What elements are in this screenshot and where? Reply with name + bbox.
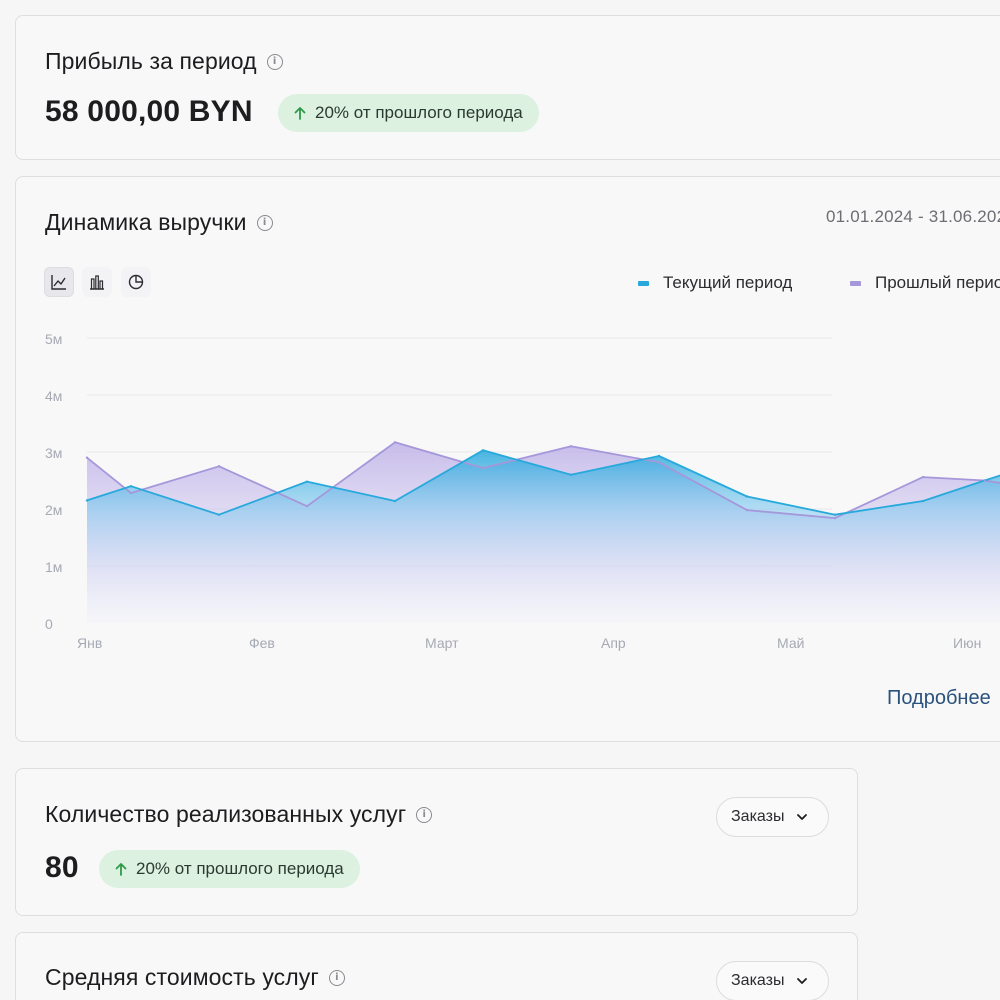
x-tick-label: Апр [601,635,626,651]
legend-item-current: Текущий период [638,273,792,293]
current-period-point [85,499,89,502]
growth-badge-text: 20% от прошлого периода [315,103,523,122]
avg-cost-card-title: Средняя стоимость услуг [45,964,319,990]
current-period-point [745,495,749,498]
arrow-up-icon [115,863,127,876]
previous-period-point [85,456,89,459]
x-tick-label: Янв [77,635,102,651]
previous-period-point [569,445,573,448]
revenue-card: Динамика выручки i 01.01.2024 - 31.06.20… [15,176,1000,742]
x-tick-label: Март [425,635,459,651]
chart-type-pie-button[interactable] [121,267,151,297]
y-tick-label: 3м [45,445,62,461]
previous-period-point [393,441,397,444]
previous-period-point [745,508,749,512]
legend-swatch-previous [850,280,861,286]
revenue-card-title-row: Динамика выручки i [45,209,273,236]
avg-cost-card: Средняя стоимость услуг i Заказы [15,932,858,1000]
legend-swatch-current [638,280,649,286]
x-tick-label: Фев [249,635,275,651]
current-period-point [833,513,837,516]
chart-type-bar-button[interactable] [82,267,112,297]
x-tick-label: Май [777,635,804,651]
profit-card-title: Прибыль за период [45,48,257,74]
current-period-point [481,449,485,452]
date-range[interactable]: 01.01.2024 - 31.06.2024 [826,207,1000,227]
orders-dropdown-value: Заказы [731,808,785,825]
orders-dropdown[interactable]: Заказы [716,961,830,1000]
orders-dropdown[interactable]: Заказы [716,797,830,837]
current-period-point [129,485,133,488]
date-range-text: 01.01.2024 - 31.06.2024 [826,207,1000,226]
previous-period-point [921,475,925,479]
profit-card-title-row: Прибыль за период i [45,48,283,75]
growth-badge-text: 20% от прошлого периода [136,859,344,878]
profit-value: 58 000,00 BYN [45,95,253,128]
current-period-point [217,513,221,516]
legend-item-previous: Прошлый период [850,273,1000,293]
services-card-title: Количество реализованных услуг [45,801,407,827]
previous-period-point [305,504,309,508]
services-card: Количество реализованных услуг i Заказы … [15,768,858,916]
x-tick-label: Июн [953,635,981,651]
y-tick-label: 4м [45,388,62,404]
growth-badge: 20% от прошлого периода [99,850,360,888]
current-period-point [569,473,573,476]
chevron-down-icon [797,814,808,820]
arrow-up-icon [294,107,306,120]
current-period-point [657,454,661,458]
chevron-down-icon [797,978,808,984]
y-tick-label: 0 [45,616,53,632]
y-tick-label: 2м [45,502,62,518]
info-icon[interactable]: i [328,969,345,986]
current-period-point [305,480,309,483]
orders-dropdown-value: Заказы [731,972,785,989]
previous-period-point [129,491,133,495]
growth-badge: 20% от прошлого периода [278,94,539,132]
previous-period-point [217,465,221,468]
info-icon[interactable]: i [266,53,283,70]
previous-period-point [657,461,661,464]
previous-period-point [833,516,837,520]
current-period-point [393,499,397,503]
previous-period-point [983,479,986,482]
profit-card: Прибыль за период i 58 000,00 BYN 20% от… [15,15,1000,160]
avg-cost-card-title-row: Средняя стоимость услуг i [45,964,345,991]
current-period-point [921,499,925,503]
info-icon[interactable]: i [256,214,273,231]
line-chart-icon [51,275,66,290]
bar-chart-icon [90,275,104,290]
pie-chart-icon [128,274,144,290]
info-icon[interactable]: i [416,806,433,823]
y-tick-label: 1м [45,559,62,575]
revenue-card-title: Динамика выручки [45,209,247,235]
services-card-title-row: Количество реализованных услуг i [45,801,433,828]
chart-type-line-button[interactable] [44,267,74,297]
more-link[interactable]: Подробнее [887,687,991,710]
previous-period-point [481,466,485,470]
legend-label-current: Текущий период [663,273,793,292]
revenue-chart: 5м 4м 3м 2м 1м 0 Янв Фев Март Апр Май Июн [45,331,1000,651]
services-value: 80 [45,851,79,884]
y-tick-label: 5м [45,331,62,347]
legend-label-previous: Прошлый период [875,273,1000,292]
